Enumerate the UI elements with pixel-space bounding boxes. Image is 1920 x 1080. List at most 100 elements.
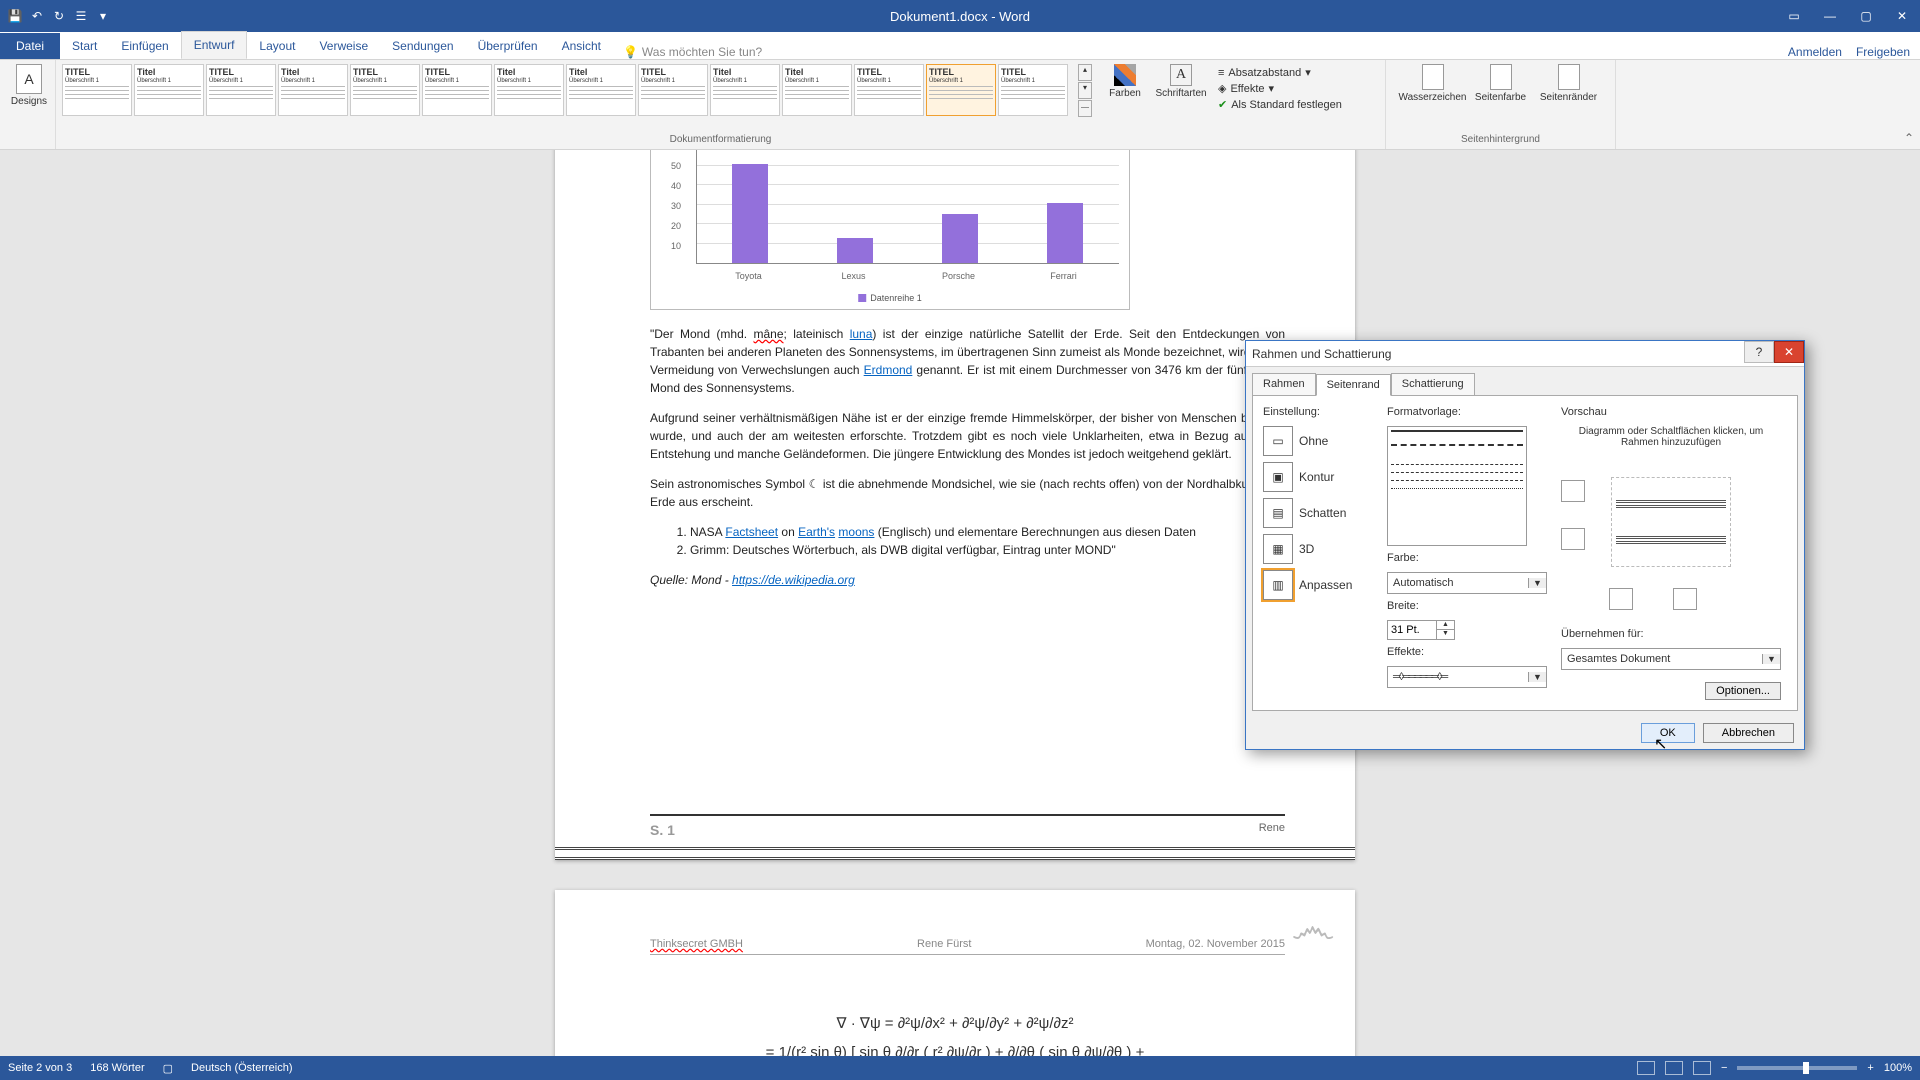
close-icon[interactable]: ✕ [1884,5,1920,27]
formatting-gallery[interactable]: TITELÜberschrift 1TitelÜberschrift 1TITE… [62,64,1068,122]
tell-me-box[interactable]: 💡Was möchten Sie tun? [623,45,762,59]
colors-button[interactable]: Farben [1102,64,1148,122]
zoom-in-icon[interactable]: + [1867,1062,1873,1074]
zoom-level[interactable]: 100% [1884,1062,1912,1074]
formatting-style-thumb[interactable]: TITELÜberschrift 1 [350,64,420,116]
embedded-chart[interactable]: Datenreihe 1 1020304050ToyotaLexusPorsch… [650,150,1130,310]
chevron-down-icon[interactable]: ▼ [1528,672,1546,682]
dialog-help-icon[interactable]: ? [1744,341,1774,363]
spin-down-icon[interactable]: ▼ [1437,630,1454,639]
themes-button[interactable]: A Designs [6,64,52,107]
status-word-count[interactable]: 168 Wörter [90,1062,144,1074]
style-option[interactable] [1391,430,1523,444]
style-option[interactable] [1391,444,1523,458]
width-spinner[interactable]: ▲▼ [1387,620,1547,640]
style-list[interactable] [1387,426,1527,546]
color-dropdown[interactable]: Automatisch▼ [1387,572,1547,594]
setting-custom[interactable]: ▥Anpassen [1263,570,1373,600]
style-option[interactable] [1391,488,1523,490]
tab-view[interactable]: Ansicht [550,33,613,59]
dialog-titlebar[interactable]: Rahmen und Schattierung ? ✕ [1246,341,1804,367]
toggle-right-border[interactable] [1673,588,1697,610]
style-option[interactable] [1391,464,1523,466]
formatting-style-thumb[interactable]: TitelÜberschrift 1 [278,64,348,116]
apply-to-dropdown[interactable]: Gesamtes Dokument▼ [1561,648,1781,670]
gallery-scroll-up[interactable]: ▴ [1078,64,1092,81]
paragraph-spacing-button[interactable]: ≡Absatzabstand▾ [1218,66,1342,79]
zoom-thumb[interactable] [1803,1062,1809,1074]
set-default-button[interactable]: ✔Als Standard festlegen [1218,98,1342,111]
formatting-style-thumb[interactable]: TitelÜberschrift 1 [134,64,204,116]
zoom-out-icon[interactable]: − [1721,1062,1727,1074]
ribbon-display-icon[interactable]: ▭ [1776,5,1812,27]
link[interactable]: Factsheet [725,525,778,539]
formatting-style-thumb[interactable]: TITELÜberschrift 1 [638,64,708,116]
setting-box[interactable]: ▣Kontur [1263,462,1373,492]
chevron-down-icon[interactable]: ▼ [1762,654,1780,664]
status-language[interactable]: Deutsch (Österreich) [191,1062,292,1074]
formatting-style-thumb[interactable]: TITELÜberschrift 1 [998,64,1068,116]
options-button[interactable]: Optionen... [1705,682,1781,700]
source-link[interactable]: https://de.wikipedia.org [732,573,855,587]
watermark-button[interactable]: Wasserzeichen [1403,64,1463,103]
setting-3d[interactable]: ▦3D [1263,534,1373,564]
tab-start[interactable]: Start [60,33,109,59]
undo-icon[interactable]: ↶ [28,7,46,25]
formatting-style-thumb[interactable]: TITELÜberschrift 1 [422,64,492,116]
toggle-top-border[interactable] [1561,480,1585,502]
formatting-style-thumb[interactable]: TITELÜberschrift 1 [926,64,996,116]
dialog-tab-shading[interactable]: Schattierung [1391,373,1475,395]
share-link[interactable]: Freigeben [1856,45,1910,59]
dialog-close-icon[interactable]: ✕ [1774,341,1804,363]
link[interactable]: moons [838,525,874,539]
signin-link[interactable]: Anmelden [1788,45,1842,59]
cancel-button[interactable]: Abbrechen [1703,723,1794,743]
toggle-left-border[interactable] [1609,588,1633,610]
minimize-icon[interactable]: — [1812,5,1848,27]
formatting-style-thumb[interactable]: TITELÜberschrift 1 [62,64,132,116]
art-dropdown[interactable]: ═◊══════◊═▼ [1387,666,1547,688]
tab-review[interactable]: Überprüfen [466,33,550,59]
link[interactable]: Erdmond [864,363,913,377]
status-page[interactable]: Seite 2 von 3 [8,1062,72,1074]
maximize-icon[interactable]: ▢ [1848,5,1884,27]
proofing-icon[interactable]: ▢ [163,1062,173,1075]
web-layout-icon[interactable] [1693,1061,1711,1075]
formatting-style-thumb[interactable]: TitelÜberschrift 1 [566,64,636,116]
link[interactable]: Earth's [798,525,835,539]
tab-insert[interactable]: Einfügen [109,33,180,59]
ok-button[interactable]: OK [1641,723,1695,743]
save-icon[interactable]: 💾 [6,7,24,25]
formatting-style-thumb[interactable]: TitelÜberschrift 1 [710,64,780,116]
touch-mode-icon[interactable]: ☰ [72,7,90,25]
page-borders-button[interactable]: Seitenränder [1539,64,1599,103]
toggle-bottom-border[interactable] [1561,528,1585,550]
formatting-style-thumb[interactable]: TITELÜberschrift 1 [206,64,276,116]
style-option[interactable] [1391,472,1523,474]
setting-shadow[interactable]: ▤Schatten [1263,498,1373,528]
tab-layout[interactable]: Layout [247,33,307,59]
tab-references[interactable]: Verweise [307,33,380,59]
dialog-tab-borders[interactable]: Rahmen [1252,373,1316,395]
formatting-style-thumb[interactable]: TitelÜberschrift 1 [494,64,564,116]
tab-mailings[interactable]: Sendungen [380,33,465,59]
tab-design[interactable]: Entwurf [181,31,248,59]
gallery-more-icon[interactable]: ⎼ [1078,100,1092,117]
document-body-text[interactable]: "Der Mond (mhd. mâne; lateinisch luna) i… [650,325,1285,601]
tab-file[interactable]: Datei [0,33,60,59]
zoom-slider[interactable] [1737,1066,1857,1070]
gallery-scroll-down[interactable]: ▾ [1078,82,1092,99]
qat-dropdown-icon[interactable]: ▾ [94,7,112,25]
read-mode-icon[interactable] [1637,1061,1655,1075]
style-option[interactable] [1391,480,1523,482]
formatting-style-thumb[interactable]: TitelÜberschrift 1 [782,64,852,116]
dialog-tab-pageborder[interactable]: Seitenrand [1316,374,1391,396]
collapse-ribbon-icon[interactable]: ⌃ [1904,131,1914,145]
print-layout-icon[interactable] [1665,1061,1683,1075]
effects-button[interactable]: ◈Effekte▾ [1218,82,1342,95]
link[interactable]: luna [850,327,873,341]
redo-icon[interactable]: ↻ [50,7,68,25]
page-color-button[interactable]: Seitenfarbe [1471,64,1531,103]
setting-none[interactable]: ▭Ohne [1263,426,1373,456]
chevron-down-icon[interactable]: ▼ [1528,578,1546,588]
